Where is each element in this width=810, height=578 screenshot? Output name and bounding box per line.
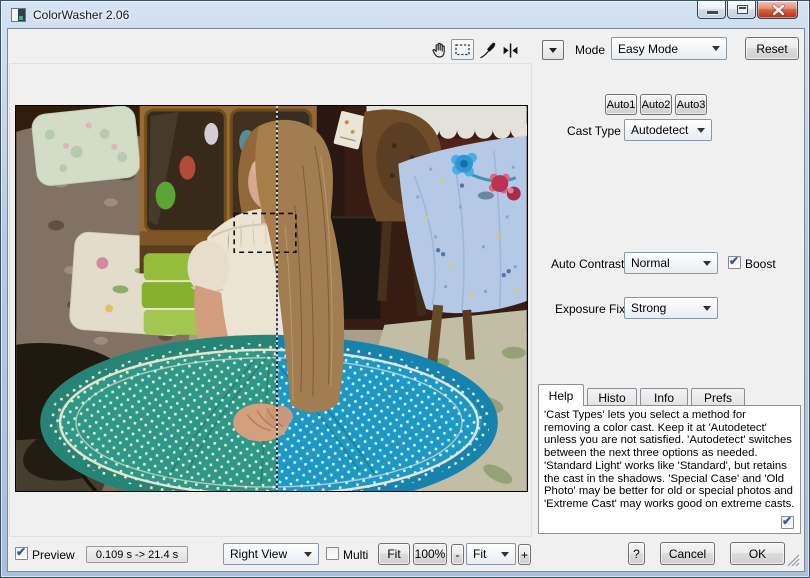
auto2-button[interactable]: Auto2 (640, 94, 672, 115)
multi-checkbox[interactable] (326, 547, 339, 560)
cast-type-select[interactable]: Autodetect (624, 119, 712, 141)
chevron-down-icon (697, 128, 705, 133)
tab-prefs[interactable]: Prefs (691, 388, 745, 406)
chevron-down-icon (703, 261, 711, 266)
boost-checkbox[interactable] (728, 256, 741, 269)
app-icon (11, 8, 26, 22)
chevron-down-icon (304, 552, 312, 557)
tab-prefs-label: Prefs (704, 391, 732, 405)
marquee-selection-icon (453, 40, 472, 59)
view-mode-select[interactable]: Right View (223, 543, 319, 565)
tab-help[interactable]: Help (538, 384, 584, 406)
image-preview[interactable] (15, 105, 528, 492)
help-button[interactable]: ? (628, 542, 645, 565)
fit-button[interactable]: Fit (378, 543, 410, 565)
tab-help-label: Help (549, 389, 574, 403)
colorwasher-window: ColorWasher 2.06 Mode Easy Mode Reset Au… (0, 0, 810, 578)
exposure-fix-select[interactable]: Strong (624, 297, 718, 319)
auto-contrast-select[interactable]: Normal (624, 252, 718, 274)
cast-type-value: Autodetect (631, 123, 693, 137)
mode-select-value: Easy Mode (618, 42, 708, 56)
help-text: 'Cast Types' lets you select a method fo… (544, 409, 794, 510)
cancel-button[interactable]: Cancel (660, 542, 715, 565)
auto1-button[interactable]: Auto1 (605, 94, 637, 115)
view-mode-value: Right View (230, 547, 300, 561)
resize-grip[interactable] (787, 554, 800, 567)
exposure-fix-label: Exposure Fix (555, 302, 625, 316)
preview-label: Preview (32, 548, 75, 562)
eyedropper-icon (478, 41, 497, 60)
auto3-button[interactable]: Auto3 (675, 94, 707, 115)
chevron-down-icon (703, 306, 711, 311)
hand-pan-icon (430, 41, 449, 60)
hand-pan-tool[interactable] (428, 40, 451, 61)
auto-contrast-label: Auto Contrast (551, 257, 624, 271)
close-button[interactable] (757, 1, 798, 19)
minimize-icon (707, 11, 718, 14)
multi-label: Multi (343, 548, 368, 562)
reset-button[interactable]: Reset (745, 37, 799, 60)
minimize-button[interactable] (697, 1, 726, 19)
close-icon (758, 1, 799, 19)
zoom-100-button[interactable]: 100% (413, 543, 447, 565)
tab-histo[interactable]: Histo (587, 388, 637, 406)
maximize-icon (737, 5, 748, 14)
cast-type-label: Cast Type (567, 124, 621, 138)
zoom-fit-select[interactable]: Fit (466, 543, 516, 565)
zoom-out-button[interactable]: - (451, 544, 464, 565)
exposure-fix-value: Strong (631, 301, 699, 315)
tab-info-label: Info (654, 391, 674, 405)
chevron-down-icon (501, 552, 509, 557)
marquee-selection-tool[interactable] (451, 39, 474, 60)
preview-checkbox[interactable] (15, 547, 28, 560)
zoom-fit-value: Fit (473, 547, 497, 561)
ok-button[interactable]: OK (730, 542, 785, 565)
chevron-down-icon (549, 48, 557, 53)
maximize-button[interactable] (727, 1, 756, 19)
help-ack-checkbox[interactable] (781, 516, 794, 529)
processing-time-button[interactable]: 0.109 s -> 21.4 s (86, 546, 188, 563)
zoom-in-button[interactable]: + (518, 544, 531, 565)
chevron-down-icon (712, 46, 720, 51)
eyedropper-tool[interactable] (476, 40, 499, 61)
boost-label: Boost (745, 257, 776, 271)
tab-histo-label: Histo (598, 391, 625, 405)
help-text-panel: 'Cast Types' lets you select a method fo… (538, 405, 801, 534)
mode-label: Mode (575, 43, 605, 57)
auto-contrast-value: Normal (631, 256, 699, 270)
options-dropdown-button[interactable] (542, 40, 564, 60)
window-title: ColorWasher 2.06 (33, 8, 129, 22)
split-compare-icon (501, 41, 520, 60)
photo-content (16, 106, 527, 491)
titlebar[interactable]: ColorWasher 2.06 (1, 1, 809, 29)
split-compare-tool[interactable] (499, 40, 522, 61)
tab-info[interactable]: Info (640, 388, 688, 406)
mode-select[interactable]: Easy Mode (611, 37, 727, 60)
